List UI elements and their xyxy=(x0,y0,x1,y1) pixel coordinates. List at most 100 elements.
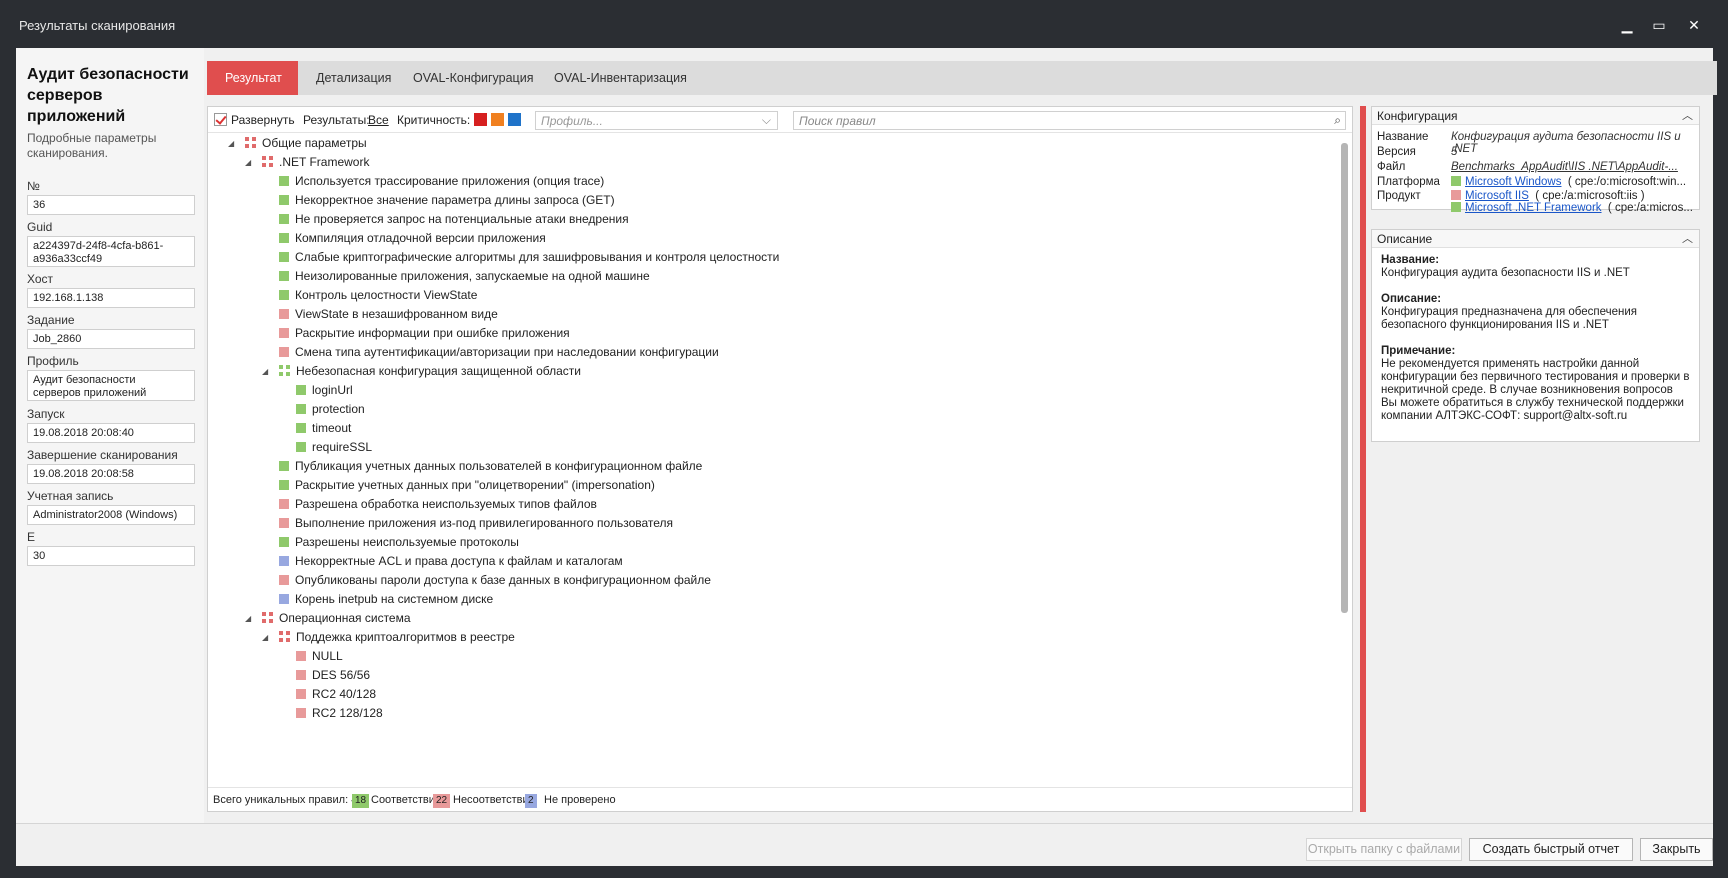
close-icon[interactable]: ✕ xyxy=(1683,14,1705,36)
expand-toggle-icon[interactable]: ◢ xyxy=(262,362,268,381)
tree-rule[interactable]: protection xyxy=(296,400,365,419)
tree-item-label: requireSSL xyxy=(312,440,373,454)
product2-link[interactable]: Microsoft .NET Framework xyxy=(1465,202,1602,214)
tab-details[interactable]: Детализация xyxy=(298,61,409,95)
field-label-job: Задание xyxy=(27,313,75,327)
tree-rule[interactable]: Не проверяется запрос на потенциальные а… xyxy=(279,210,629,229)
expand-toggle-icon[interactable]: ◢ xyxy=(245,153,251,172)
tab-oval-inventory[interactable]: OVAL-Инвентаризация xyxy=(536,61,705,95)
field-profile[interactable]: Аудит безопасности серверов приложений xyxy=(27,370,195,401)
product1-link[interactable]: Microsoft IIS xyxy=(1465,190,1529,202)
profile-select[interactable]: Профиль... ⌵ xyxy=(535,111,778,130)
close-button[interactable]: Закрыть xyxy=(1640,838,1713,861)
tree-item-label: Небезопасная конфигурация защищенной обл… xyxy=(296,364,581,378)
expand-checkbox[interactable] xyxy=(214,113,227,126)
tree-rule[interactable]: Неизолированные приложения, запускаемые … xyxy=(279,267,650,286)
maximize-icon[interactable]: ▭ xyxy=(1648,14,1670,36)
severity-low-toggle[interactable] xyxy=(508,113,521,126)
field-label-account: Учетная запись xyxy=(27,489,114,503)
tree-rule[interactable]: Слабые криптографические алгоритмы для з… xyxy=(279,248,779,267)
configuration-header[interactable]: Конфигурация ︿ xyxy=(1372,107,1699,125)
config-name-value: Конфигурация аудита безопасности IIS и .… xyxy=(1451,131,1681,155)
tree-rule[interactable]: ViewState в незашифрованном виде xyxy=(279,305,498,324)
group-status-icon xyxy=(279,365,290,376)
tree-item-label: Разрешены неиспользуемые протоколы xyxy=(295,535,519,549)
tree-rule[interactable]: Используется трассирование приложения (о… xyxy=(279,172,604,191)
field-guid[interactable]: a224397d-24f8-4cfa-b861- a936a33ccf49 xyxy=(27,236,195,267)
rule-search-input[interactable]: Поиск правил ⌕ xyxy=(793,111,1346,130)
field-account[interactable]: Administrator2008 (Windows) xyxy=(27,505,195,525)
results-filter-all-link[interactable]: Все xyxy=(368,113,389,127)
tab-bar: Результат Детализация OVAL-Конфигурация … xyxy=(207,61,1717,95)
tree-rule[interactable]: RC2 128/128 xyxy=(296,704,383,723)
field-host[interactable]: 192.168.1.138 xyxy=(27,288,195,308)
rule-status-square xyxy=(296,708,306,718)
tree-rule[interactable]: Разрешены неиспользуемые протоколы xyxy=(279,533,519,552)
fail-count-badge: 22 xyxy=(433,794,451,808)
tree-group[interactable]: ◢ Небезопасная конфигурация защищенной об… xyxy=(262,362,581,381)
expand-toggle-icon[interactable]: ◢ xyxy=(245,609,251,628)
tree-rule[interactable]: Опубликованы пароли доступа к базе данны… xyxy=(279,571,711,590)
tree-rule[interactable]: Разрешена обработка неиспользуемых типов… xyxy=(279,495,597,514)
expand-toggle-icon[interactable]: ◢ xyxy=(262,628,268,647)
tree-rule[interactable]: timeout xyxy=(296,419,351,438)
configuration-title: Конфигурация xyxy=(1377,109,1458,123)
field-finish[interactable]: 19.08.2018 20:08:58 xyxy=(27,464,195,484)
tree-rule[interactable]: Некорректные ACL и права доступа к файла… xyxy=(279,552,623,571)
tree-item-label: Контроль целостности ViewState xyxy=(295,288,478,302)
tree-rule[interactable]: NULL xyxy=(296,647,343,666)
field-number[interactable]: 36 xyxy=(27,195,195,215)
field-start[interactable]: 19.08.2018 20:08:40 xyxy=(27,423,195,443)
description-name-title: Название: xyxy=(1381,254,1440,266)
rule-status-square xyxy=(279,499,289,509)
tree-group[interactable]: ◢ .NET Framework xyxy=(245,153,369,172)
chevron-up-icon[interactable]: ︿ xyxy=(1682,107,1693,123)
field-job[interactable]: Job_2860 xyxy=(27,329,195,349)
expand-toggle-icon[interactable]: ◢ xyxy=(228,134,234,153)
tree-rule[interactable]: DES 56/56 xyxy=(296,666,370,685)
tree-rule[interactable]: Некорректное значение параметра длины за… xyxy=(279,191,615,210)
tree-group[interactable]: ◢ Поддежка криптоалгоритмов в реестре xyxy=(262,628,515,647)
tab-oval-config[interactable]: OVAL-Конфигурация xyxy=(395,61,551,95)
tree-rule[interactable]: Контроль целостности ViewState xyxy=(279,286,477,305)
tree-rule[interactable]: RC2 40/128 xyxy=(296,685,376,704)
description-desc-title: Описание: xyxy=(1381,293,1442,305)
tree-group[interactable]: ◢ Операционная система xyxy=(245,609,411,628)
severity-high-toggle[interactable] xyxy=(474,113,487,126)
tree-rule[interactable]: Компиляция отладочной версии приложения xyxy=(279,229,546,248)
config-file-link[interactable]: Benchmarks_AppAudit\IIS .NET\AppAudit-..… xyxy=(1451,161,1678,173)
tree-rule[interactable]: Раскрытие учетных данных при "олицетворе… xyxy=(279,476,655,495)
quick-report-button[interactable]: Создать быстрый отчет xyxy=(1469,838,1633,861)
scan-parameters-panel: Аудит безопасности серверов приложений П… xyxy=(16,48,204,823)
platform-link[interactable]: Microsoft Windows xyxy=(1465,176,1562,188)
tree-rule[interactable]: Публикация учетных данных пользователей … xyxy=(279,457,702,476)
search-icon[interactable]: ⌕ xyxy=(1334,113,1341,128)
tree-rule[interactable]: Смена типа аутентификации/авторизации пр… xyxy=(279,343,719,362)
rule-status-square xyxy=(279,461,289,471)
rule-status-square xyxy=(279,347,289,357)
description-header[interactable]: Описание ︿ xyxy=(1372,230,1699,248)
tree-rule[interactable]: Корень inetpub на системном диске xyxy=(279,590,493,609)
tree-scrollbar[interactable] xyxy=(1341,143,1348,613)
tab-result[interactable]: Результат xyxy=(207,61,298,95)
scan-results-window: Аудит безопасности серверов приложений П… xyxy=(16,48,1717,866)
open-folder-button[interactable]: Открыть папку с файлами xyxy=(1306,838,1462,861)
pass-count-badge: 18 xyxy=(352,794,370,808)
expand-label: Развернуть xyxy=(231,113,295,127)
tree-item-label: Общие параметры xyxy=(262,136,367,150)
tree-item-label: protection xyxy=(312,402,365,416)
tree-rule[interactable]: requireSSL xyxy=(296,438,372,457)
tree-item-label: ViewState в незашифрованном виде xyxy=(295,307,498,321)
field-label-finish: Завершение сканирования xyxy=(27,448,178,462)
field-e[interactable]: 30 xyxy=(27,546,195,566)
tree-group[interactable]: ◢ Общие параметры xyxy=(228,134,367,153)
results-filter-label: Результаты: xyxy=(303,113,370,127)
minimize-icon[interactable]: ▁ xyxy=(1616,14,1638,36)
tree-rule[interactable]: loginUrl xyxy=(296,381,353,400)
tree-item-label: RC2 40/128 xyxy=(312,687,377,701)
tree-rule[interactable]: Выполнение приложения из-под привилегиро… xyxy=(279,514,673,533)
page-title: Аудит безопасности серверов приложений xyxy=(27,66,189,125)
severity-medium-toggle[interactable] xyxy=(491,113,504,126)
chevron-up-icon[interactable]: ︿ xyxy=(1682,230,1693,246)
tree-rule[interactable]: Раскрытие информации при ошибке приложен… xyxy=(279,324,570,343)
